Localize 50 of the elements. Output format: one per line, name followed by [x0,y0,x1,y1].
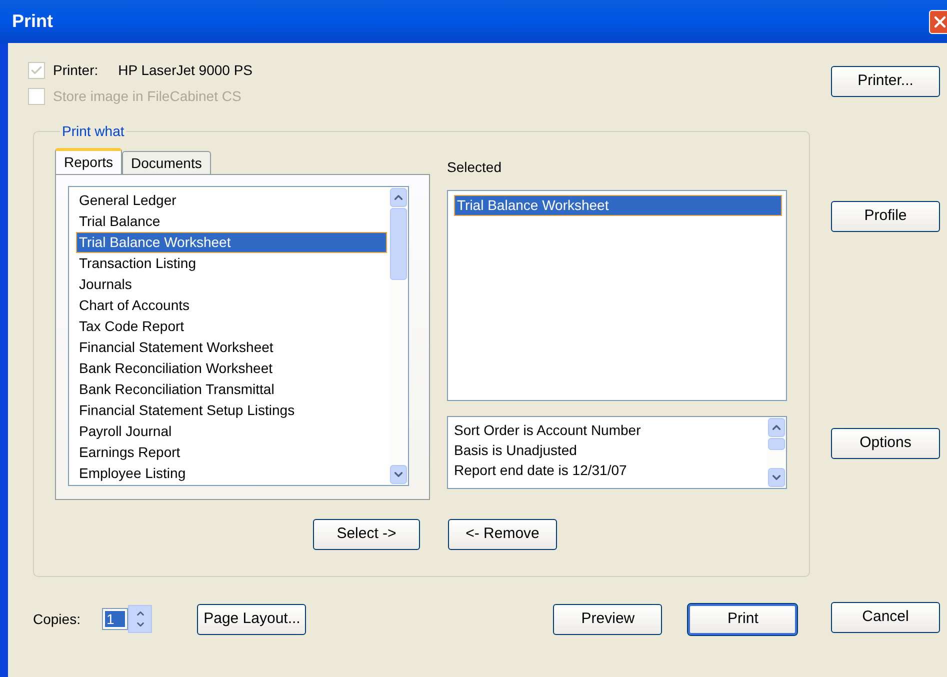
printer-button[interactable]: Printer... [831,66,940,97]
scrollbar[interactable] [767,417,786,488]
printer-label: Printer: [53,61,98,80]
printer-name: HP LaserJet 9000 PS [118,61,253,80]
dialog-button[interactable]: Print [688,604,798,634]
list-item[interactable]: Journals [76,274,387,295]
list-item[interactable]: General Ledger [76,190,387,211]
remove-button[interactable]: <- Remove [448,519,557,550]
group-title: Print what [61,122,126,141]
list-item[interactable]: Financial Statement Setup Listings [76,400,387,421]
selected-list[interactable]: Trial Balance Worksheet [447,190,787,401]
tab[interactable]: Reports [55,148,122,174]
select-button[interactable]: Select -> [313,519,420,550]
spin-buttons[interactable] [128,605,152,633]
check-icon [30,64,43,77]
list-item[interactable]: Tax Code Report [76,316,387,337]
list-item[interactable]: Chart of Accounts [76,295,387,316]
profile-button[interactable]: Profile [831,201,940,232]
list-item[interactable]: Earnings Report [76,442,387,463]
copies-label: Copies: [33,610,80,629]
page-layout-button[interactable]: Page Layout... [197,604,306,634]
scrollbar[interactable] [389,187,408,485]
list-item[interactable]: Transaction Listing [76,253,387,274]
dialog-button[interactable]: Cancel [831,602,940,633]
options-button[interactable]: Options [831,428,940,459]
scroll-up-icon[interactable] [390,188,407,207]
close-icon[interactable] [929,10,947,34]
copies-field[interactable]: 1 [102,608,128,630]
scroll-up-icon[interactable] [768,418,785,437]
summary-line: Sort Order is Account Number [454,421,642,440]
tab[interactable]: Documents [122,151,211,174]
scroll-thumb[interactable] [768,438,785,450]
summary-line: Report end date is 12/31/07 [454,461,628,480]
list-item[interactable]: Payroll Journal [76,421,387,442]
list-item[interactable]: Trial Balance Worksheet [454,195,782,216]
report-list[interactable] [68,186,409,486]
list-item[interactable]: Bank Reconciliation Worksheet [76,358,387,379]
window-title: Print [12,10,54,33]
selected-label: Selected [447,158,502,174]
checkbox-label: Store image in FileCabinet CS [53,87,242,106]
scroll-down-icon[interactable] [768,468,785,487]
list-item[interactable]: Financial Statement Worksheet [76,337,387,358]
list-item[interactable]: Trial Balance Worksheet [76,232,387,253]
list-item[interactable]: Employee Listing [76,463,387,484]
summary-line: Basis is Unadjusted [454,441,578,460]
list-item[interactable]: Bank Reconciliation Transmittal [76,379,387,400]
scroll-down-icon[interactable] [390,465,407,484]
dialog-button[interactable]: Preview [553,604,662,634]
list-item[interactable]: Trial Balance [76,211,387,232]
scroll-thumb[interactable] [390,208,407,280]
